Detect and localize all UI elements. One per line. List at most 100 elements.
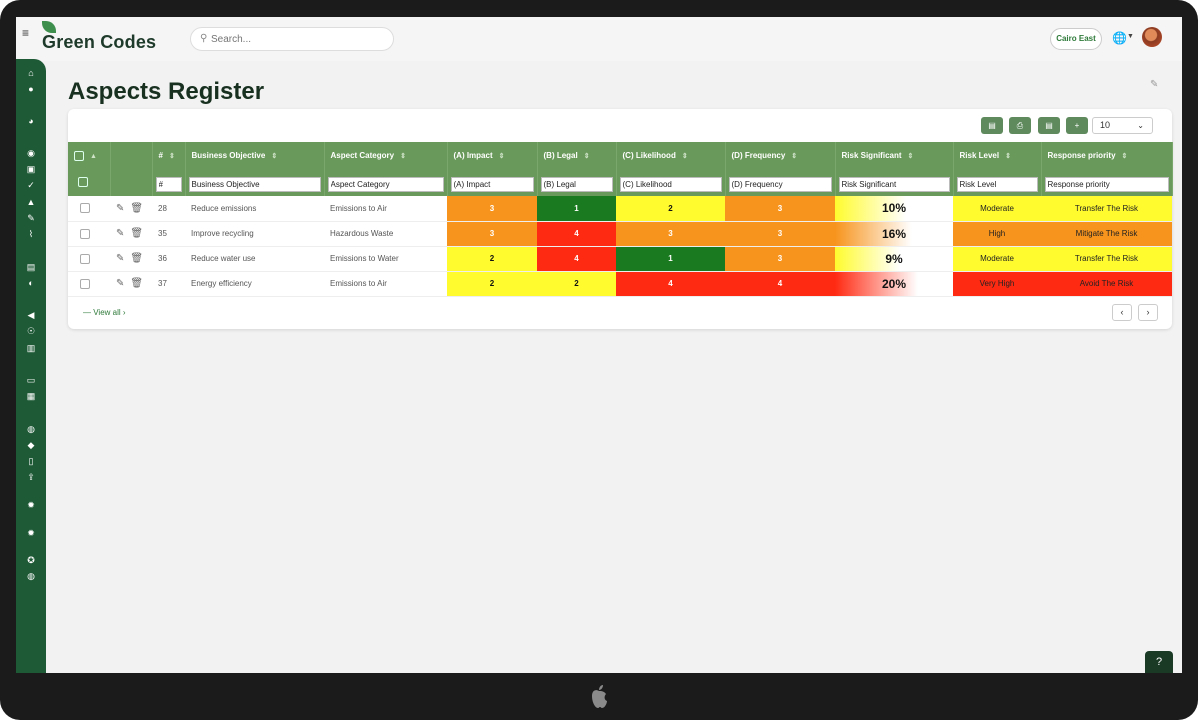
site-selector-button[interactable]: Cairo East [1050,28,1102,50]
logo-text: Green Codes [42,32,157,52]
trash-icon[interactable]: 🗑 [130,253,143,264]
page-size-select[interactable]: 10 ⌄ [1092,117,1153,134]
column-risk-level[interactable]: Risk Level ⇕ [953,142,1042,169]
help-button[interactable]: ? [1145,651,1173,673]
menu-icon[interactable]: ≡ [22,27,34,39]
building-icon[interactable]: ▥ [23,342,39,354]
export-excel-button[interactable]: ▤ [981,117,1003,134]
globe-icon[interactable]: ◍ [23,423,39,435]
upload-icon[interactable]: ⇪ [23,471,39,483]
column-legal[interactable]: (B) Legal ⇕ [537,142,617,169]
filter-objective-input[interactable] [188,176,321,192]
leaf-icon[interactable]: ◐ [23,277,39,289]
column-frequency[interactable]: (D) Frequency ⇕ [725,142,836,169]
filter-impact-input[interactable] [450,176,534,192]
select-all-checkbox[interactable] [74,150,84,161]
column-aspect-category[interactable]: Aspect Category ⇕ [324,142,448,169]
water-drop-icon[interactable]: ◆ [23,439,39,451]
sort-icon[interactable]: ⇕ [400,153,406,160]
edit-icon[interactable]: ✎ [116,253,124,264]
sort-icon[interactable]: ⇕ [584,153,590,160]
table-row: ✎ 🗑 36 Reduce water use Emissions to Wate… [68,246,1172,272]
print-button[interactable]: ⎙ [1009,117,1031,134]
filter-id-input[interactable] [155,176,182,192]
column-business-objective[interactable]: Business Objective ⇕ [185,142,325,169]
filter-response-input[interactable] [1044,176,1169,192]
line-chart-icon[interactable]: ⌇ [23,228,39,240]
column-impact[interactable]: (A) Impact ⇕ [447,142,538,169]
column-response-priority[interactable]: Response priority ⇕ [1041,142,1173,169]
view-all-link[interactable]: — View all › [83,308,126,317]
check-icon[interactable]: ✓ [23,179,39,191]
filter-risk-input[interactable] [838,176,950,192]
globe-icon[interactable]: 🌐 [1112,31,1127,45]
sort-icon[interactable]: ⇕ [499,153,505,160]
language-icon[interactable]: ◍ [23,570,39,582]
pen-icon[interactable]: ✎ [23,212,39,224]
edit-icon[interactable]: ✎ [116,203,124,214]
row-checkbox[interactable] [80,253,90,264]
sort-icon[interactable]: ⇕ [271,153,277,160]
filter-level-input[interactable] [956,176,1038,192]
trash-icon[interactable]: 🗑 [130,228,143,239]
search-box[interactable]: ⚲ [190,27,394,51]
avatar[interactable] [1142,27,1162,47]
trash-icon[interactable]: ▯ [23,455,39,467]
megaphone-icon[interactable]: ◀ [23,309,39,321]
filter-category-input[interactable] [327,176,444,192]
edit-icon[interactable]: ✎ [1150,79,1158,90]
sort-icon[interactable]: ⇕ [682,153,688,160]
row-response-priority: Transfer The Risk [1041,246,1172,272]
sort-icon[interactable]: ⇕ [791,153,797,160]
edit-icon[interactable]: ✎ [116,278,124,289]
add-button[interactable]: + [1066,117,1088,134]
column-risk-significant[interactable]: Risk Significant ⇕ [835,142,954,169]
row-id: 35 [152,221,185,247]
row-frequency: 4 [725,271,835,297]
row-frequency: 3 [725,221,835,247]
sort-icon[interactable]: ▲ [90,153,97,160]
actions-header [110,142,153,169]
handshake-icon[interactable]: ☉ [23,325,39,337]
settings-icon[interactable]: ✹ [23,527,39,539]
eye-icon[interactable]: ◉ [23,147,39,159]
briefcase-icon[interactable]: ▣ [23,163,39,175]
sort-icon[interactable]: ⇕ [1122,153,1128,160]
filter-frequency-input[interactable] [728,176,832,192]
column-label: Risk Level [959,151,1000,160]
pie-chart-icon[interactable]: ◕ [23,115,39,127]
row-checkbox[interactable] [80,278,90,289]
sort-icon[interactable]: ⇕ [1005,153,1011,160]
filter-likelihood-input[interactable] [619,176,722,192]
sort-icon[interactable]: ⇕ [169,153,175,160]
home-icon[interactable]: ⌂ [23,67,39,79]
sort-icon[interactable]: ⇕ [908,153,914,160]
support-icon[interactable]: ✪ [23,554,39,566]
search-input[interactable] [211,31,381,47]
user-icon[interactable]: ● [23,83,39,95]
filter-row [68,169,1173,196]
edit-icon[interactable]: ✎ [116,228,124,239]
column-id[interactable]: # ⇕ [152,142,186,169]
document-icon[interactable]: ▤ [23,261,39,273]
row-checkbox[interactable] [80,228,90,239]
warning-icon[interactable]: ▲ [23,196,39,208]
row-checkbox[interactable] [80,203,90,214]
folder-icon[interactable]: ▭ [23,374,39,386]
calendar-icon[interactable]: ▦ [23,390,39,402]
row-actions: ✎ 🗑 [110,271,152,297]
column-likelihood[interactable]: (C) Likelihood ⇕ [616,142,726,169]
next-page-button[interactable]: › [1138,304,1158,321]
settings-icon[interactable]: ✹ [23,499,39,511]
row-actions: ✎ 🗑 [110,246,152,272]
filter-legal-input[interactable] [540,176,613,192]
chevron-down-icon[interactable]: ▼ [1127,33,1134,40]
export-pdf-button[interactable]: ▤ [1038,117,1060,134]
prev-page-button[interactable]: ‹ [1112,304,1132,321]
trash-icon[interactable]: 🗑 [130,278,143,289]
filter-checkbox[interactable] [78,177,88,188]
page-size-value: 10 [1100,120,1111,130]
trash-icon[interactable]: 🗑 [130,203,143,214]
table-row: ✎ 🗑 28 Reduce emissions Emissions to Air … [68,196,1172,222]
top-bar: ≡ Green Codes ⚲ Cairo East 🌐 ▼ [16,17,1182,61]
